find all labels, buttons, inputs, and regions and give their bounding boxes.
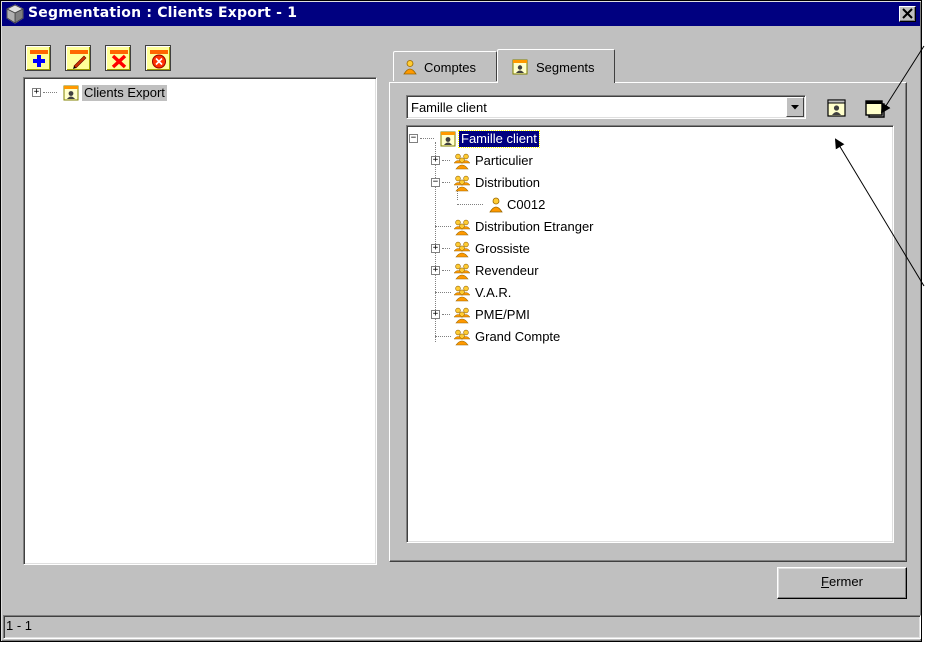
tree-item-label: V.A.R.: [475, 285, 512, 300]
fermer-label: ermer: [829, 574, 863, 589]
group-icon: [453, 175, 471, 192]
group-icon: [453, 153, 471, 170]
dropdown-arrow-button[interactable]: [786, 97, 804, 117]
tree-connector: [442, 314, 450, 315]
tree-item-label: Distribution Etranger: [475, 219, 594, 234]
segment-icon: [440, 131, 456, 147]
expand-toggle[interactable]: +: [431, 266, 440, 275]
edit-segment-button[interactable]: [65, 45, 91, 71]
tree-item-c0012[interactable]: C0012: [453, 196, 753, 214]
tree-connector: [435, 336, 451, 337]
add-segment-button[interactable]: [25, 45, 51, 71]
group-icon: [453, 285, 471, 302]
tree-item-label: Grand Compte: [475, 329, 561, 344]
expand-toggle[interactable]: +: [431, 156, 440, 165]
tree-item-clients-export[interactable]: + Clients Export: [32, 84, 332, 102]
segment-icon: [512, 59, 528, 75]
tab-label: Segments: [536, 60, 595, 75]
famille-select[interactable]: Famille client: [406, 95, 806, 119]
window-icon[interactable]: [864, 97, 886, 119]
group-icon: [453, 241, 471, 258]
tree-item-label: C0012: [507, 197, 546, 212]
tree-item-label: Particulier: [475, 153, 533, 168]
no-entry-icon: [150, 50, 168, 69]
tree-item-label: PME/PMI: [475, 307, 530, 322]
tree-item-label: Grossiste: [475, 241, 530, 256]
record-counter: 1 - 1: [6, 618, 33, 633]
group-icon: [453, 263, 471, 280]
segments-tab-panel: Famille client − Famille client + Partic…: [389, 82, 907, 562]
tree-item-distribution-etranger[interactable]: Distribution Etranger: [431, 218, 731, 236]
tree-connector: [442, 270, 450, 271]
tree-item-label: Distribution: [475, 175, 541, 190]
plus-icon: [30, 50, 48, 67]
segments-tree[interactable]: − Famille client + Particulier − Distrib…: [406, 125, 894, 543]
tree-connector: [43, 92, 57, 93]
chevron-down-icon: [791, 105, 799, 110]
segment-icon: [63, 85, 79, 101]
tree-connector: [435, 226, 451, 227]
group-icon: [453, 307, 471, 324]
status-bar: 1 - 1: [3, 615, 921, 639]
select-value: Famille client: [411, 100, 487, 115]
expand-toggle[interactable]: +: [431, 310, 440, 319]
tree-connector: [442, 182, 450, 183]
collapse-toggle[interactable]: −: [431, 178, 440, 187]
person-icon: [403, 60, 417, 75]
tree-connector: [442, 160, 450, 161]
tree-connector: [442, 248, 450, 249]
app-cube-icon: [6, 4, 24, 24]
tree-connector: [435, 292, 451, 293]
tree-connector: [457, 204, 483, 205]
tab-label: Comptes: [424, 60, 477, 75]
group-icon: [453, 329, 471, 346]
tab-comptes[interactable]: Comptes: [393, 51, 497, 81]
collapse-toggle[interactable]: −: [409, 134, 418, 143]
segmentation-window: Segmentation : Clients Export - 1 + Clie…: [0, 0, 922, 642]
close-button[interactable]: [899, 6, 916, 22]
clients-tree-panel[interactable]: + Clients Export: [23, 77, 377, 565]
tree-item-revendeur[interactable]: + Revendeur: [431, 262, 731, 280]
tree-item-grand-compte[interactable]: Grand Compte: [431, 328, 731, 346]
tab-segments[interactable]: Segments: [497, 49, 615, 83]
red-x-icon: [110, 50, 128, 69]
tree-item-label: Revendeur: [475, 263, 539, 278]
tree-item-var[interactable]: V.A.R.: [431, 284, 731, 302]
fermer-button[interactable]: Fermer: [777, 567, 907, 599]
group-icon: [453, 219, 471, 236]
cancel-segment-button[interactable]: [145, 45, 171, 71]
expand-toggle[interactable]: +: [431, 244, 440, 253]
person-icon: [489, 197, 503, 213]
tree-connector: [420, 138, 434, 139]
title-bar[interactable]: Segmentation : Clients Export - 1: [2, 2, 920, 26]
fermer-mnemonic: F: [821, 574, 829, 589]
tree-item-grossiste[interactable]: + Grossiste: [431, 240, 731, 258]
tree-item-distribution[interactable]: − Distribution: [431, 174, 731, 192]
pencil-icon: [70, 50, 88, 69]
tree-item-famille-client[interactable]: − Famille client: [409, 130, 709, 148]
expand-toggle[interactable]: +: [32, 88, 41, 97]
tree-item-pme-pmi[interactable]: + PME/PMI: [431, 306, 731, 324]
tree-item-label: Famille client: [458, 130, 540, 148]
delete-segment-button[interactable]: [105, 45, 131, 71]
close-icon: [902, 8, 913, 19]
tree-item-label: Clients Export: [82, 85, 167, 101]
segment-properties-icon[interactable]: [826, 97, 848, 119]
tree-item-particulier[interactable]: + Particulier: [431, 152, 731, 170]
window-title: Segmentation : Clients Export - 1: [28, 5, 298, 21]
